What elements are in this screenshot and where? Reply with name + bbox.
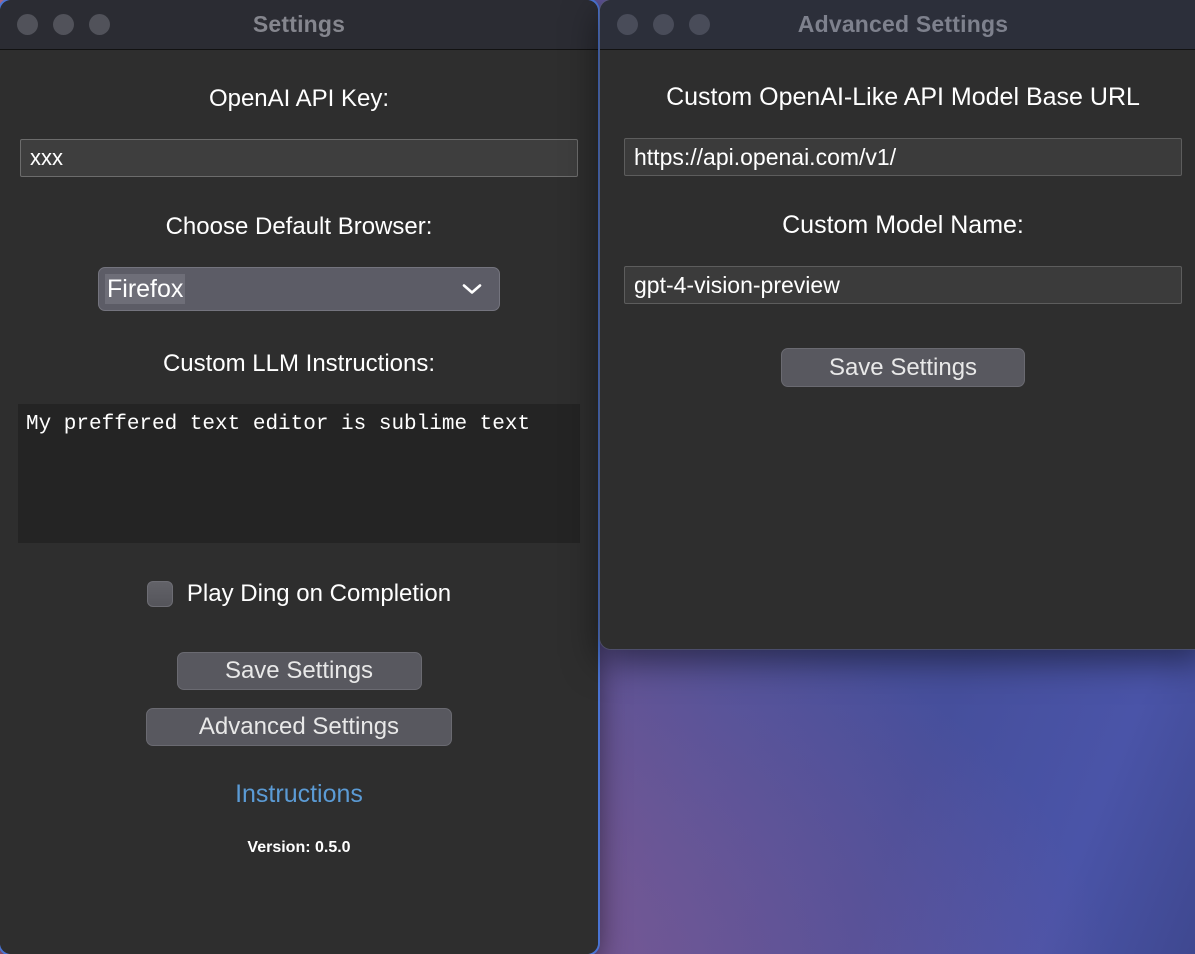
settings-body: OpenAI API Key: Choose Default Browser: … <box>0 85 598 954</box>
zoom-button[interactable] <box>89 14 110 35</box>
api-key-label: OpenAI API Key: <box>208 85 390 112</box>
model-name-label: Custom Model Name: <box>782 211 1024 239</box>
instructions-link[interactable]: Instructions <box>0 780 598 809</box>
advanced-settings-button[interactable]: Advanced Settings <box>146 708 452 746</box>
close-button[interactable] <box>17 14 38 35</box>
base-url-label: Custom OpenAI-Like API Model Base URL <box>666 83 1140 111</box>
advanced-save-settings-button[interactable]: Save Settings <box>781 348 1025 387</box>
default-browser-value: Firefox <box>105 274 186 304</box>
browser-label: Choose Default Browser: <box>165 213 433 240</box>
advanced-minimize-button[interactable] <box>653 14 674 35</box>
settings-window: Settings OpenAI API Key: Choose Default … <box>0 0 598 954</box>
advanced-traffic-lights <box>617 14 710 35</box>
custom-llm-instructions-label: Custom LLM Instructions: <box>162 350 436 377</box>
default-browser-select[interactable]: Firefox <box>98 267 500 311</box>
custom-llm-instructions-textarea[interactable] <box>18 404 580 543</box>
traffic-lights <box>17 14 110 35</box>
save-settings-button[interactable]: Save Settings <box>176 652 422 690</box>
model-name-input[interactable] <box>624 266 1182 304</box>
settings-titlebar[interactable]: Settings <box>0 0 598 50</box>
advanced-zoom-button[interactable] <box>689 14 710 35</box>
advanced-body: Custom OpenAI-Like API Model Base URL Cu… <box>600 83 1195 649</box>
advanced-close-button[interactable] <box>617 14 638 35</box>
play-ding-checkbox[interactable] <box>146 581 173 607</box>
base-url-input[interactable] <box>624 138 1182 176</box>
version-label: Version: 0.5.0 <box>247 839 351 856</box>
advanced-titlebar[interactable]: Advanced Settings <box>600 0 1195 50</box>
advanced-settings-window: Advanced Settings Custom OpenAI-Like API… <box>600 0 1195 649</box>
minimize-button[interactable] <box>53 14 74 35</box>
default-browser-select-box[interactable]: Firefox <box>98 267 500 311</box>
play-ding-label: Play Ding on Completion <box>186 580 452 607</box>
play-ding-row[interactable]: Play Ding on Completion <box>0 580 598 608</box>
api-key-input[interactable] <box>20 139 578 177</box>
